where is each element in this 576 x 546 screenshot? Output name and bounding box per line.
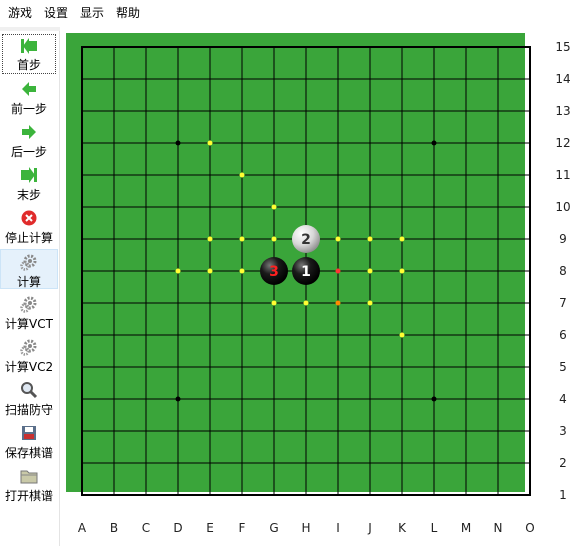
row-label: 13 <box>555 104 570 118</box>
save-record-label: 保存棋谱 <box>4 446 53 460</box>
gear-icon <box>20 253 38 271</box>
best-move-point <box>335 268 341 274</box>
row-label: 14 <box>555 72 570 86</box>
column-label: K <box>398 521 407 535</box>
stop-calc-label: 停止计算 <box>4 231 53 245</box>
column-label: D <box>173 521 182 535</box>
column-label: J <box>367 521 372 535</box>
column-label: N <box>494 521 503 535</box>
column-label: F <box>239 521 246 535</box>
hint-point <box>367 300 373 306</box>
gomoku-board[interactable]: 123A B C D E F G H I J K L M N O151413121110987654321 <box>60 27 576 546</box>
row-label: 12 <box>555 136 570 150</box>
row-label: 9 <box>559 232 567 246</box>
hint-point <box>239 236 245 242</box>
hint-point <box>207 236 213 242</box>
row-label: 2 <box>559 456 567 470</box>
stone-number: 1 <box>301 264 311 280</box>
hint-point <box>367 268 373 274</box>
open-record-button[interactable]: 打开棋谱 <box>0 464 58 504</box>
star-point <box>175 140 181 146</box>
column-label: E <box>206 521 214 535</box>
menu-game[interactable]: 游戏 <box>2 0 38 27</box>
hint-point <box>239 268 245 274</box>
column-label: L <box>431 521 438 535</box>
first-step-label: 首步 <box>16 58 41 72</box>
menu-view[interactable]: 显示 <box>74 0 110 27</box>
scan-defense-label: 扫描防守 <box>4 403 53 417</box>
row-label: 3 <box>559 424 567 438</box>
next-step-button[interactable]: 后一步 <box>0 120 58 160</box>
column-label: C <box>142 521 150 535</box>
scan-defense-button[interactable]: 扫描防守 <box>0 378 58 418</box>
prev-step-label: 前一步 <box>10 102 47 116</box>
row-label: 11 <box>555 168 570 182</box>
star-point <box>431 396 437 402</box>
last-step-label: 末步 <box>16 188 41 202</box>
column-label: I <box>336 521 340 535</box>
menu-help[interactable]: 帮助 <box>110 0 146 27</box>
next-step-icon <box>20 123 38 141</box>
calc-button[interactable]: 计算 <box>0 249 58 289</box>
row-label: 6 <box>559 328 567 342</box>
save-record-button[interactable]: 保存棋谱 <box>0 421 58 461</box>
hint-point <box>239 172 245 178</box>
hint-point <box>399 332 405 338</box>
row-label: 8 <box>559 264 567 278</box>
stop-calc-button[interactable]: 停止计算 <box>0 206 58 246</box>
column-label: M <box>461 521 471 535</box>
prev-step-icon <box>20 80 38 98</box>
gear-icon <box>20 338 38 356</box>
prev-step-button[interactable]: 前一步 <box>0 77 58 117</box>
calc-label: 计算 <box>16 275 41 289</box>
alt-move-point <box>335 300 341 306</box>
calc-vct-label: 计算VCT <box>5 317 53 331</box>
last-step-button[interactable]: 末步 <box>0 163 58 203</box>
hint-point <box>271 236 277 242</box>
row-label: 15 <box>555 40 570 54</box>
toolbar: 首步 前一步 后一步 末步 停止计算 计算 计算VCT 计算VC2 扫描防守 保… <box>0 31 60 546</box>
stone-number: 2 <box>301 232 311 248</box>
star-point <box>175 396 181 402</box>
hint-point <box>271 204 277 210</box>
row-label: 4 <box>559 392 567 406</box>
gear-icon <box>20 295 38 313</box>
open-record-label: 打开棋谱 <box>4 489 53 503</box>
calc-vc2-button[interactable]: 计算VC2 <box>0 335 58 375</box>
row-label: 10 <box>555 200 570 214</box>
hint-point <box>335 236 341 242</box>
hint-point <box>207 268 213 274</box>
column-label: A <box>78 521 87 535</box>
hint-point <box>271 300 277 306</box>
save-icon <box>20 424 38 442</box>
column-label: B <box>110 521 118 535</box>
folder-icon <box>20 467 38 485</box>
stop-icon <box>20 209 38 227</box>
calc-vc2-label: 计算VC2 <box>4 360 54 374</box>
column-label: H <box>301 521 310 535</box>
row-label: 7 <box>559 296 567 310</box>
hint-point <box>207 140 213 146</box>
first-step-button[interactable]: 首步 <box>2 34 56 74</box>
column-label: O <box>525 521 534 535</box>
menu-bar: 游戏 设置 显示 帮助 <box>0 0 576 27</box>
hint-point <box>399 268 405 274</box>
magnifier-icon <box>20 381 38 399</box>
hint-point <box>175 268 181 274</box>
stone-number: 3 <box>269 264 279 280</box>
row-label: 5 <box>559 360 567 374</box>
hint-point <box>399 236 405 242</box>
menu-settings[interactable]: 设置 <box>38 0 74 27</box>
hint-point <box>367 236 373 242</box>
hint-point <box>303 300 309 306</box>
column-label: G <box>269 521 278 535</box>
calc-vct-button[interactable]: 计算VCT <box>0 292 58 332</box>
row-label: 1 <box>559 488 567 502</box>
first-step-icon <box>20 38 38 54</box>
next-step-label: 后一步 <box>10 145 47 159</box>
board-area: 1 2 3 A B C D E F G H I J K L M N O 15 14 13 12 11 10 9 8 7 6 5 4 3 2 1 <box>60 27 576 546</box>
last-step-icon <box>20 166 38 184</box>
star-point <box>431 140 437 146</box>
